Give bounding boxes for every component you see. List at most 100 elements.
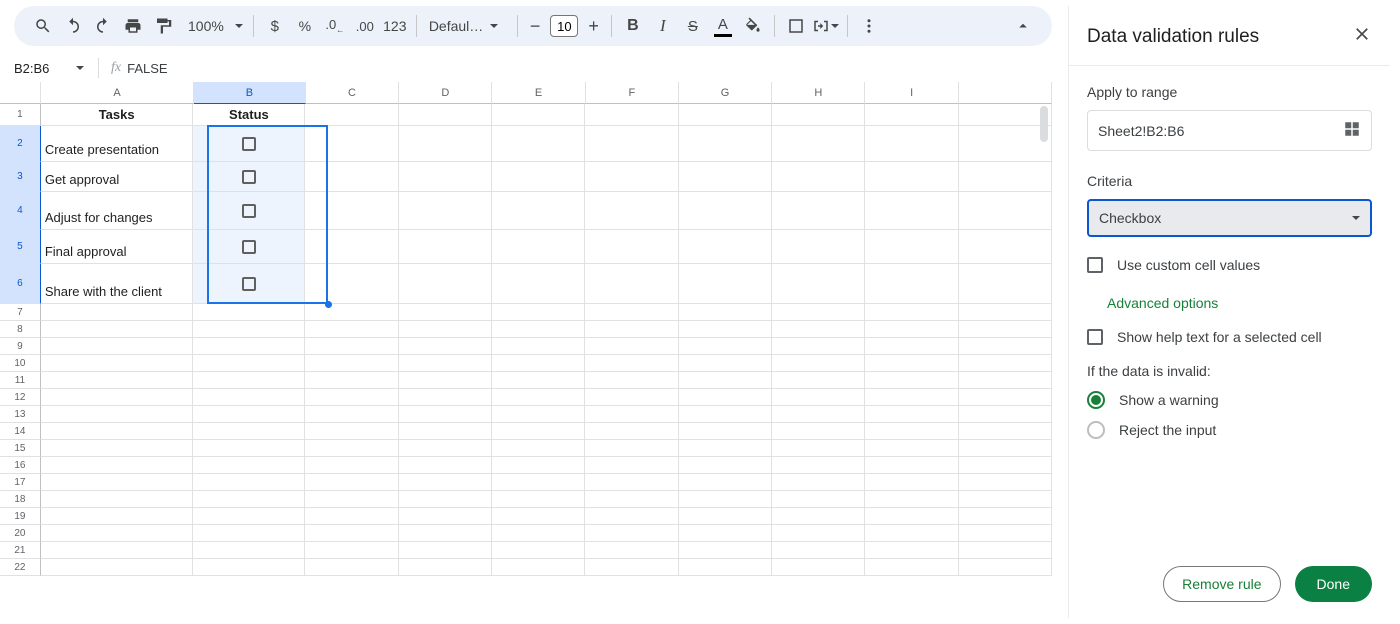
cell[interactable] [399,304,492,321]
column-header[interactable]: H [772,82,865,104]
checkbox-icon[interactable] [1087,257,1103,273]
status-cell[interactable] [193,192,305,230]
row-header[interactable]: 20 [0,525,41,542]
cell[interactable] [41,542,194,559]
row-header[interactable]: 4 [0,192,41,230]
cell[interactable] [679,304,772,321]
cell[interactable] [585,440,678,457]
cell[interactable] [399,491,492,508]
cell[interactable] [679,491,772,508]
cell[interactable] [865,389,958,406]
cell[interactable] [772,304,865,321]
cell[interactable] [41,338,194,355]
column-header[interactable]: C [306,82,399,104]
column-header[interactable]: G [679,82,772,104]
cell[interactable] [305,508,398,525]
cell[interactable] [399,457,492,474]
cell[interactable] [193,389,305,406]
cell[interactable] [585,508,678,525]
cell[interactable] [679,355,772,372]
currency-icon[interactable]: $ [260,11,290,41]
criteria-select[interactable]: Checkbox [1087,199,1372,237]
header-cell-tasks[interactable]: Tasks [41,104,194,126]
cell[interactable] [865,104,958,126]
formula-bar-value[interactable]: FALSE [127,61,167,76]
cell[interactable] [585,264,678,304]
cell[interactable] [772,491,865,508]
cell[interactable] [679,321,772,338]
more-toolbar-icon[interactable] [854,11,884,41]
cell[interactable] [679,542,772,559]
column-header[interactable]: A [41,82,194,104]
cell[interactable] [585,559,678,576]
cell[interactable] [865,321,958,338]
header-cell-status[interactable]: Status [193,104,305,126]
spreadsheet-grid[interactable]: ABCDEFGHI 1TasksStatus2Create presentati… [0,82,1052,624]
cell[interactable] [679,389,772,406]
cell[interactable] [585,162,678,192]
task-cell[interactable]: Final approval [41,230,194,264]
row-header[interactable]: 22 [0,559,41,576]
cell[interactable] [492,304,585,321]
cell[interactable] [41,440,194,457]
cell[interactable] [399,162,492,192]
cell[interactable] [193,338,305,355]
cell[interactable] [865,192,958,230]
merge-cells-icon[interactable] [811,11,841,41]
cell[interactable] [41,559,194,576]
cell[interactable] [399,321,492,338]
cell[interactable] [193,525,305,542]
cell[interactable] [679,104,772,126]
selection-handle[interactable] [325,301,332,308]
cell[interactable] [679,559,772,576]
cell[interactable] [399,423,492,440]
grid-scrollbar[interactable] [1036,104,1052,604]
cell[interactable] [585,406,678,423]
row-header[interactable]: 19 [0,508,41,525]
task-cell[interactable]: Get approval [41,162,194,192]
cell[interactable] [865,457,958,474]
decrease-decimal-icon[interactable]: .0← [320,11,350,41]
row-header[interactable]: 6 [0,264,41,304]
cell[interactable] [865,126,958,162]
cell[interactable] [305,230,398,264]
name-box[interactable]: B2:B6 [6,61,92,76]
cell[interactable] [492,474,585,491]
italic-button[interactable]: I [648,11,678,41]
cell[interactable] [305,389,398,406]
collapse-toolbar-icon[interactable] [1008,11,1038,41]
strikethrough-button[interactable]: S [678,11,708,41]
custom-values-row[interactable]: Use custom cell values [1087,257,1372,273]
cell[interactable] [865,542,958,559]
cell[interactable] [865,406,958,423]
done-button[interactable]: Done [1295,566,1372,602]
checkbox-icon[interactable] [242,204,256,218]
cell[interactable] [772,440,865,457]
cell[interactable] [41,508,194,525]
row-header[interactable]: 12 [0,389,41,406]
cell[interactable] [492,542,585,559]
print-icon[interactable] [118,11,148,41]
font-select[interactable]: Defaul… [423,18,511,34]
cell[interactable] [399,264,492,304]
cell[interactable] [492,104,585,126]
cell[interactable] [193,559,305,576]
status-cell[interactable] [193,230,305,264]
cell[interactable] [865,423,958,440]
radio-icon[interactable] [1087,391,1105,409]
cell[interactable] [585,491,678,508]
cell[interactable] [399,126,492,162]
cell[interactable] [772,508,865,525]
column-header[interactable]: B [194,82,306,104]
cell[interactable] [399,230,492,264]
cell[interactable] [679,162,772,192]
cell[interactable] [679,508,772,525]
radio-show-warning[interactable]: Show a warning [1087,391,1372,409]
cell[interactable] [679,338,772,355]
cell[interactable] [399,440,492,457]
cell[interactable] [193,457,305,474]
number-format-icon[interactable]: 123 [380,11,410,41]
cell[interactable] [193,423,305,440]
cell[interactable] [772,389,865,406]
cell[interactable] [41,355,194,372]
